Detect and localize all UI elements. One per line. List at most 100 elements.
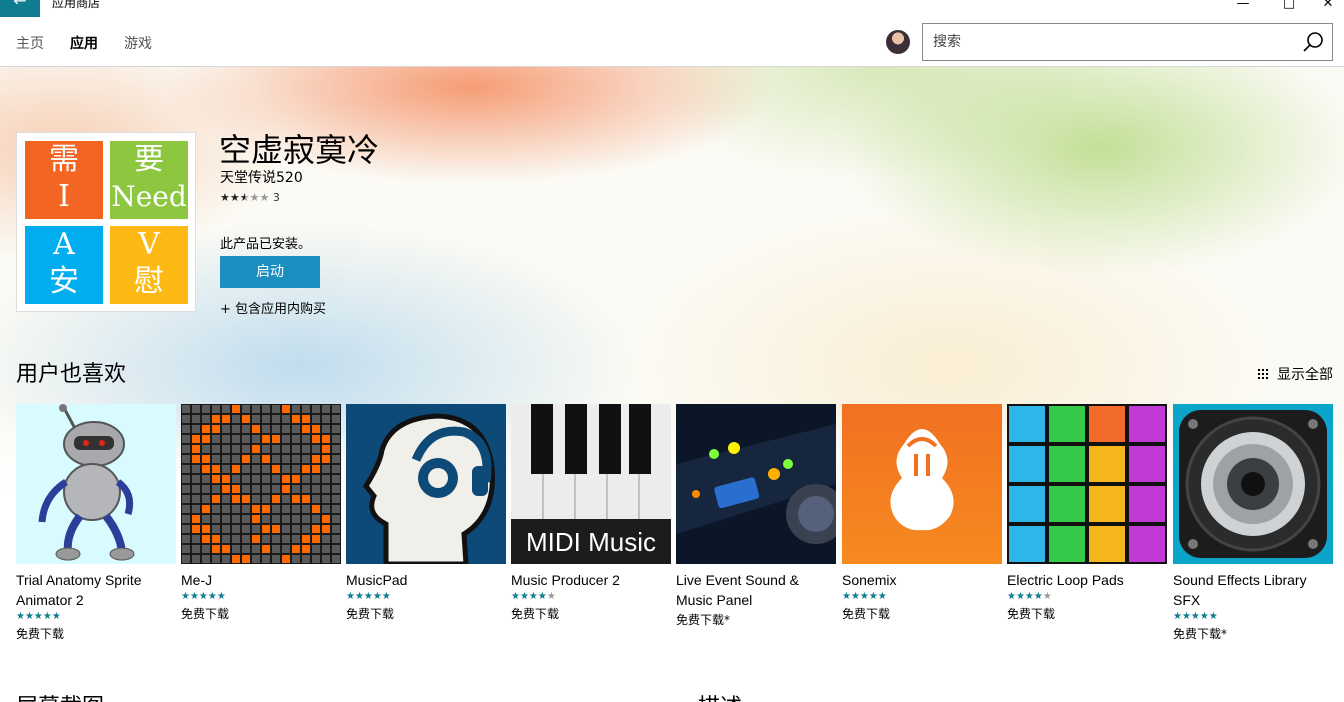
app-card-stars: ★★★★★	[181, 591, 226, 602]
app-card-title: Electric Loop Pads	[1007, 572, 1124, 588]
launch-button[interactable]: 启动	[220, 256, 320, 288]
me-j-cell	[202, 545, 210, 553]
app-logo: 需I 要 Need A安 V慰	[16, 132, 196, 312]
me-j-cell	[242, 425, 250, 433]
me-j-cell	[332, 425, 340, 433]
me-j-cell	[302, 535, 310, 543]
me-j-cell	[212, 555, 220, 563]
me-j-cell	[302, 525, 310, 533]
me-j-cell	[292, 455, 300, 463]
me-j-cell	[202, 465, 210, 473]
me-j-cell	[272, 405, 280, 413]
tab-apps[interactable]: 应用	[70, 33, 98, 53]
me-j-cell	[242, 505, 250, 513]
me-j-cell	[322, 405, 330, 413]
me-j-cell	[252, 405, 260, 413]
me-j-cell	[272, 505, 280, 513]
me-j-cell	[282, 505, 290, 513]
tab-games[interactable]: 游戏	[124, 33, 152, 53]
close-button[interactable]: ✕	[1312, 0, 1344, 16]
me-j-cell	[222, 405, 230, 413]
me-j-cell	[212, 525, 220, 533]
me-j-cell	[302, 435, 310, 443]
me-j-cell	[192, 425, 200, 433]
me-j-cell	[262, 425, 270, 433]
me-j-cell	[302, 495, 310, 503]
me-j-cell	[202, 405, 210, 413]
back-button[interactable]: ←	[0, 0, 40, 17]
me-j-cell	[282, 485, 290, 493]
me-j-cell	[292, 525, 300, 533]
me-j-cell	[182, 545, 190, 553]
app-card[interactable]: Me-J ★★★★★ 免费下载	[181, 404, 341, 624]
me-j-cell	[302, 445, 310, 453]
search-box	[922, 23, 1333, 61]
app-card[interactable]: Trial Anatomy Sprite Animator 2 ★★★★★ 免费…	[16, 404, 176, 644]
me-j-cell	[322, 515, 330, 523]
me-j-cell	[282, 435, 290, 443]
maximize-button[interactable]: □	[1266, 0, 1312, 16]
app-card[interactable]: MIDI Music Music Producer 2 ★★★★★ 免费下载	[511, 404, 671, 624]
app-card[interactable]: Live Event Sound & Music Panel 免费下载*	[676, 404, 836, 630]
app-card[interactable]: Sound Effects Library SFX ★★★★★ 免费下载*	[1173, 404, 1333, 644]
me-j-cell	[182, 415, 190, 423]
me-j-cell	[262, 545, 270, 553]
me-j-cell	[292, 475, 300, 483]
app-card[interactable]: MusicPad ★★★★★ 免费下载	[346, 404, 506, 624]
me-j-cell	[272, 545, 280, 553]
loop-pad	[1129, 446, 1165, 482]
app-card[interactable]: Sonemix ★★★★★ 免费下载	[842, 404, 1002, 624]
search-input[interactable]	[923, 24, 1283, 60]
me-j-cell	[242, 405, 250, 413]
me-j-cell	[322, 455, 330, 463]
user-avatar[interactable]	[886, 30, 910, 54]
show-all-link[interactable]: 显示全部	[1257, 364, 1333, 384]
app-name: 空虚寂寞冷	[219, 131, 380, 169]
me-j-cell	[322, 435, 330, 443]
me-j-cell	[312, 485, 320, 493]
me-j-cell	[192, 455, 200, 463]
me-j-cell	[272, 535, 280, 543]
me-j-cell	[282, 525, 290, 533]
app-thumbnail	[346, 404, 506, 564]
me-j-cell	[262, 555, 270, 563]
app-thumbnail	[16, 404, 176, 564]
screenshots-title: 屏幕截图	[16, 689, 104, 702]
me-j-cell	[242, 435, 250, 443]
title-bar: ← 应用商店 — □ ✕	[0, 0, 1344, 17]
minimize-button[interactable]: —	[1220, 0, 1266, 16]
me-j-cell	[212, 475, 220, 483]
me-j-cell	[222, 525, 230, 533]
loop-pad	[1009, 406, 1045, 442]
tab-home[interactable]: 主页	[16, 33, 44, 53]
me-j-cell	[202, 435, 210, 443]
app-rating[interactable]: ★★★★★ 3	[220, 191, 280, 204]
me-j-cell	[232, 545, 240, 553]
search-icon[interactable]	[1302, 31, 1324, 53]
me-j-cell	[272, 445, 280, 453]
me-j-cell	[312, 545, 320, 553]
me-j-cell	[262, 535, 270, 543]
me-j-cell	[182, 525, 190, 533]
me-j-cell	[292, 505, 300, 513]
me-j-cell	[212, 515, 220, 523]
me-j-cell	[312, 435, 320, 443]
app-card-title: Music Producer 2	[511, 572, 620, 588]
me-j-cell	[332, 415, 340, 423]
me-j-cell	[282, 475, 290, 483]
publisher-link[interactable]: 天堂传说520	[220, 167, 303, 187]
app-card[interactable]: Electric Loop Pads ★★★★★ 免费下载	[1007, 404, 1167, 624]
me-j-cell	[202, 535, 210, 543]
me-j-cell	[182, 505, 190, 513]
me-j-cell	[332, 455, 340, 463]
app-card-stars: ★★★★★	[346, 591, 391, 602]
loop-pad	[1049, 446, 1085, 482]
me-j-cell	[282, 515, 290, 523]
loop-pad	[1009, 486, 1045, 522]
me-j-cell	[262, 475, 270, 483]
me-j-cell	[282, 445, 290, 453]
me-j-cell	[292, 555, 300, 563]
me-j-cell	[232, 435, 240, 443]
me-j-cell	[212, 485, 220, 493]
me-j-cell	[182, 555, 190, 563]
